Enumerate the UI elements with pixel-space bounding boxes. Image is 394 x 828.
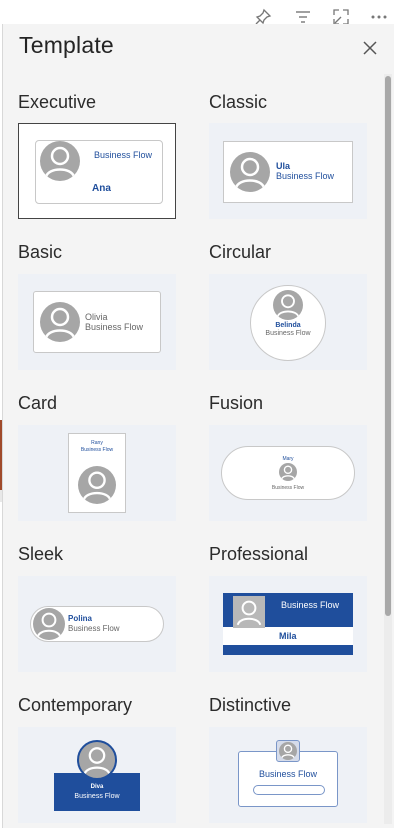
name-text: Rany xyxy=(91,440,103,446)
name-text: Ula xyxy=(276,161,291,171)
preview-card: Polina Business Flow xyxy=(30,606,164,642)
name-text: Polina xyxy=(68,614,93,623)
template-basic[interactable]: Olivia Business Flow xyxy=(18,274,176,370)
org-text: Business Flow xyxy=(74,793,120,800)
footer-band xyxy=(223,645,353,655)
org-text: Business Flow xyxy=(85,322,144,332)
name-text: Mila xyxy=(279,631,297,641)
template-sleek[interactable]: Polina Business Flow xyxy=(18,576,176,672)
template-label-card: Card xyxy=(18,393,58,413)
close-icon[interactable] xyxy=(360,38,380,58)
template-label-executive: Executive xyxy=(18,92,97,112)
template-label-circular: Circular xyxy=(209,242,272,262)
name-text: Olivia xyxy=(85,312,108,322)
org-text: Business Flow xyxy=(271,485,305,491)
panel-title: Template xyxy=(19,32,114,58)
avatar xyxy=(78,466,116,504)
template-distinctive[interactable]: Business Flow xyxy=(209,727,367,823)
preview-card: Rany Business Flow xyxy=(68,433,126,513)
preview-card: Mary Business Flow xyxy=(221,446,355,500)
name-text: Ana xyxy=(92,183,111,194)
preview-card: Olivia Business Flow xyxy=(33,291,161,353)
preview-card: Ula Business Flow xyxy=(223,141,353,203)
org-text: Business Flow xyxy=(281,600,340,610)
template-label-fusion: Fusion xyxy=(209,393,264,413)
template-contemporary[interactable]: Diva Business Flow xyxy=(18,727,176,823)
scrollbar-thumb[interactable] xyxy=(385,76,391,616)
avatar-frame xyxy=(276,740,300,762)
template-fusion[interactable]: Mary Business Flow xyxy=(209,425,367,521)
avatar xyxy=(40,302,80,342)
name-text: Diva xyxy=(90,784,104,790)
org-text: Business Flow xyxy=(80,447,114,453)
preview-card: Business Flow Mila xyxy=(223,593,353,655)
template-professional[interactable]: Business Flow Mila xyxy=(209,576,367,672)
avatar xyxy=(230,152,270,192)
org-text: Business Flow xyxy=(94,150,153,160)
template-label-distinctive: Distinctive xyxy=(209,695,292,715)
template-label-classic: Classic xyxy=(209,92,268,112)
avatar xyxy=(33,608,65,640)
preview-card: Business Flow Ana xyxy=(35,140,163,204)
preview-card: Belinda Business Flow xyxy=(250,285,326,361)
org-text: Business Flow xyxy=(68,624,120,633)
avatar xyxy=(279,463,297,481)
name-text: Mary xyxy=(282,456,294,462)
name-field xyxy=(253,785,325,795)
avatar xyxy=(233,596,265,628)
template-label-sleek: Sleek xyxy=(18,544,64,564)
org-text: Business Flow xyxy=(276,171,335,181)
template-card[interactable]: Rany Business Flow xyxy=(18,425,176,521)
org-text: Business Flow xyxy=(258,769,318,779)
template-classic[interactable]: Ula Business Flow xyxy=(209,123,367,219)
template-label-contemporary: Contemporary xyxy=(18,695,133,715)
name-text: Belinda xyxy=(275,322,301,329)
template-label-professional: Professional xyxy=(209,544,309,564)
org-text: Business Flow xyxy=(265,330,311,337)
avatar xyxy=(279,742,297,760)
template-label-basic: Basic xyxy=(18,242,63,262)
template-circular[interactable]: Belinda Business Flow xyxy=(209,274,367,370)
template-executive[interactable]: Business Flow Ana xyxy=(18,123,176,219)
avatar xyxy=(40,141,80,181)
avatar xyxy=(273,290,303,320)
avatar xyxy=(77,740,117,780)
